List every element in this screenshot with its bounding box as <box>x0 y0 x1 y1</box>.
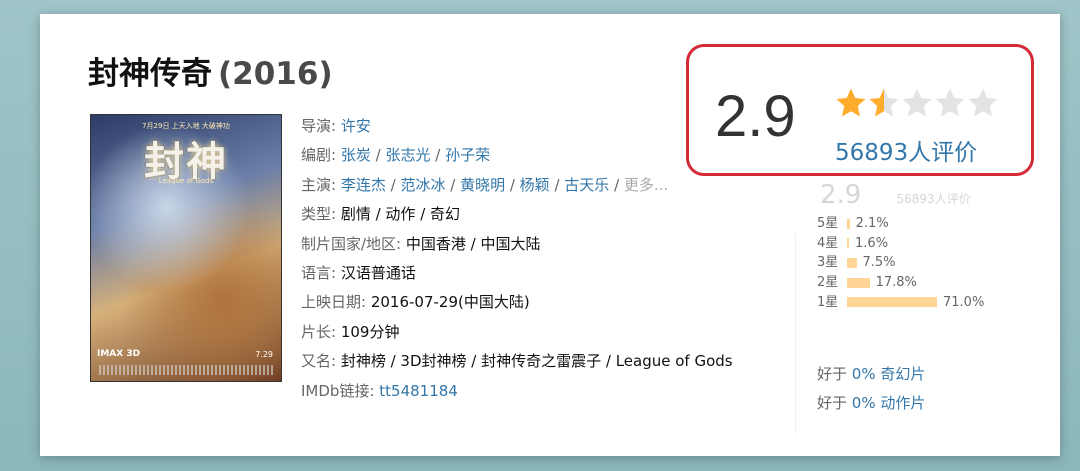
rating-score: 2.9 <box>715 84 796 149</box>
director-label: 导演: <box>301 117 337 135</box>
poster-subtitle: League of Gods <box>158 177 214 185</box>
page-title: 封神传奇 (2016) <box>88 48 333 93</box>
distribution-percent: 2.1% <box>855 216 889 231</box>
distribution-bar <box>847 238 850 249</box>
poster-date: 7.29 <box>255 350 273 359</box>
underlying-rating: 2.9 56893人评价 <box>820 180 971 210</box>
underlying-score: 2.9 <box>820 180 862 210</box>
cast-link[interactable]: 杨颖 <box>520 176 550 194</box>
distribution-row: 1星 71.0% <box>817 293 984 313</box>
cast-label: 主演: <box>301 175 337 194</box>
better-than-row: 好于 0% 动作片 <box>817 389 925 418</box>
distribution-label: 3星 <box>817 255 839 271</box>
distribution-bar <box>847 297 937 308</box>
release-row: 上映日期: 2016-07-29(中国大陆) <box>301 288 791 317</box>
distribution-row: 4星 1.6% <box>817 234 984 254</box>
runtime-label: 片长: <box>301 322 337 341</box>
rating-votes-link[interactable]: 56893人评价 <box>835 133 977 167</box>
distribution-label: 2星 <box>817 275 839 291</box>
imdb-row: IMDb链接: tt5481184 <box>301 377 791 406</box>
distribution-percent: 17.8% <box>875 275 917 291</box>
writer-link[interactable]: 孙子荣 <box>445 146 490 164</box>
distribution-row: 3星 7.5% <box>817 253 984 273</box>
better-than-section: 好于 0% 奇幻片 好于 0% 动作片 <box>817 360 925 418</box>
cast-more-link[interactable]: 更多... <box>624 176 668 194</box>
star-icon <box>836 88 866 117</box>
writer-label: 编剧: <box>301 146 337 165</box>
country-value: 中国香港 / 中国大陆 <box>405 234 541 253</box>
distribution-bar <box>847 218 850 229</box>
language-label: 语言: <box>301 264 337 283</box>
country-label: 制片国家/地区: <box>301 234 402 253</box>
movie-year: (2016) <box>218 56 333 92</box>
underlying-votes: 56893人评价 <box>896 192 971 206</box>
better-than-row: 好于 0% 奇幻片 <box>817 360 925 389</box>
imdb-label: IMDb链接: <box>301 381 375 400</box>
release-label: 上映日期: <box>301 293 367 312</box>
distribution-row: 5星 2.1% <box>817 214 984 234</box>
cast-link[interactable]: 古天乐 <box>564 176 609 194</box>
aka-label: 又名: <box>301 352 337 371</box>
cast-link[interactable]: 李连杰 <box>341 176 386 194</box>
rating-stars <box>835 87 1000 123</box>
language-value: 汉语普通话 <box>340 264 416 283</box>
distribution-label: 5星 <box>817 216 839 231</box>
distribution-label: 4星 <box>817 235 839 251</box>
distribution-percent: 7.5% <box>862 255 896 271</box>
star-icon <box>968 88 998 117</box>
distribution-bar <box>847 277 870 288</box>
runtime-row: 片长: 109分钟 <box>301 318 791 347</box>
country-row: 制片国家/地区: 中国香港 / 中国大陆 <box>301 230 791 259</box>
better-than-link[interactable]: 0% 动作片 <box>852 394 926 412</box>
poster-credits <box>99 365 273 375</box>
cast-link[interactable]: 黄晓明 <box>460 176 505 194</box>
release-value: 2016-07-29(中国大陆) <box>370 293 530 312</box>
vertical-divider <box>795 234 796 434</box>
writer-link[interactable]: 张炭 <box>341 146 371 164</box>
distribution-percent: 71.0% <box>943 294 985 310</box>
aka-value: 封神榜 / 3D封神榜 / 封神传奇之雷震子 / League of Gods <box>340 352 733 371</box>
genre-label: 类型: <box>301 205 337 224</box>
imdb-link[interactable]: tt5481184 <box>379 382 458 400</box>
distribution-percent: 1.6% <box>855 235 889 251</box>
better-than-prefix: 好于 <box>817 365 848 383</box>
genre-row: 类型: 剧情 / 动作 / 奇幻 <box>301 200 791 229</box>
distribution-bar <box>847 257 857 268</box>
movie-poster[interactable]: 7月29日 上天入地 大破神功 封神 League of Gods IMAX 3… <box>90 114 282 382</box>
distribution-row: 2星 17.8% <box>817 273 984 293</box>
language-row: 语言: 汉语普通话 <box>301 259 791 288</box>
genre-value: 剧情 / 动作 / 奇幻 <box>340 205 461 224</box>
better-than-link[interactable]: 0% 奇幻片 <box>852 365 926 383</box>
better-than-prefix: 好于 <box>817 394 848 412</box>
aka-row: 又名: 封神榜 / 3D封神榜 / 封神传奇之雷震子 / League of G… <box>301 347 791 376</box>
director-link[interactable]: 许安 <box>341 117 371 135</box>
cast-link[interactable]: 范冰冰 <box>400 176 445 194</box>
rating-distribution: 5星 2.1% 4星 1.6% 3星 7.5% 2星 17.8% 1星 71.0% <box>817 214 984 312</box>
movie-title: 封神传奇 <box>88 56 212 92</box>
star-icon <box>869 88 899 117</box>
rating-highlight-box: 2.9 56893人评价 <box>686 44 1034 176</box>
writer-link[interactable]: 张志光 <box>385 146 430 164</box>
star-icon <box>935 88 965 117</box>
star-icon <box>902 88 932 117</box>
poster-imax-badge: IMAX 3D <box>97 349 141 359</box>
distribution-label: 1星 <box>817 294 839 310</box>
runtime-value: 109分钟 <box>340 322 400 341</box>
